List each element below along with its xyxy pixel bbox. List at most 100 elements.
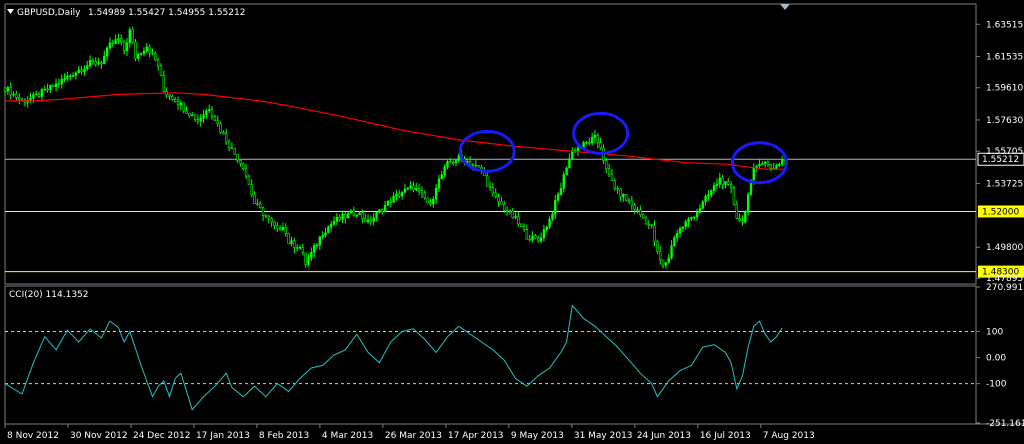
- candle-body: [37, 93, 41, 97]
- candle-body: [409, 185, 412, 189]
- candle-body: [213, 115, 217, 122]
- candle-body: [267, 215, 270, 219]
- candle-body: [284, 227, 287, 234]
- candle-body: [537, 237, 540, 242]
- candle-body: [176, 101, 180, 106]
- candle-body: [80, 69, 83, 72]
- candle-body: [346, 213, 350, 219]
- candle-body: [562, 174, 565, 189]
- candle-body: [571, 150, 574, 160]
- candle-body: [111, 42, 114, 45]
- candle-body: [108, 42, 112, 49]
- candle-body: [392, 195, 395, 203]
- candle-body: [315, 244, 319, 247]
- candle-body: [52, 84, 55, 88]
- candle-body: [520, 223, 523, 227]
- candle-body: [440, 174, 443, 180]
- candle-body: [179, 102, 183, 106]
- candle-body: [173, 99, 177, 102]
- price-tick-label: 1.49800: [986, 243, 1023, 253]
- moving-average: [5, 92, 785, 170]
- candle-body: [202, 114, 205, 119]
- candle-body: [381, 209, 384, 213]
- time-tick-label: 17 Jan 2013: [196, 431, 250, 441]
- candle-body: [341, 214, 344, 220]
- candle-body: [57, 83, 61, 86]
- chart-shift-marker-icon[interactable]: [780, 4, 790, 10]
- candle-body: [565, 167, 568, 175]
- candle-body: [304, 252, 307, 265]
- candle-body: [398, 193, 401, 197]
- candle-body: [502, 203, 506, 211]
- candle-body: [545, 226, 548, 230]
- time-tick-label: 17 Apr 2013: [448, 431, 504, 441]
- candle-body: [508, 210, 512, 213]
- time-tick-label: 30 Nov 2012: [70, 431, 128, 441]
- candle-body: [91, 60, 95, 62]
- candle-body: [500, 201, 503, 205]
- candle-body: [49, 84, 52, 91]
- candle-body: [290, 240, 293, 245]
- candle-body: [488, 185, 492, 188]
- time-tick-label: 31 May 2013: [574, 431, 633, 441]
- candle-body: [681, 226, 685, 229]
- candle-body: [548, 218, 551, 228]
- candle-body: [735, 203, 738, 219]
- candle-body: [233, 147, 236, 155]
- candle-body: [69, 75, 72, 78]
- candle-body: [139, 53, 143, 55]
- candle-body: [77, 69, 80, 74]
- candle-body: [588, 141, 591, 144]
- candle-body: [406, 187, 409, 190]
- candle-body: [432, 198, 435, 205]
- cci-tick-label: -100: [986, 380, 1007, 390]
- candle-body: [318, 236, 322, 246]
- candle-body: [531, 235, 534, 241]
- candle-body: [684, 221, 687, 228]
- chart-menu-arrow-icon[interactable]: [7, 9, 14, 14]
- candle-body: [590, 137, 594, 144]
- candle-body: [732, 187, 736, 205]
- candle-body: [358, 212, 361, 216]
- candle-body: [142, 50, 146, 54]
- candle-body: [60, 78, 63, 85]
- candle-body: [653, 225, 656, 242]
- candle-body: [676, 232, 679, 238]
- candle-body: [281, 227, 285, 231]
- candle-body: [83, 68, 86, 72]
- candle-body: [20, 98, 24, 101]
- candle-body: [230, 147, 234, 150]
- candle-body: [151, 52, 154, 55]
- candle-body: [361, 212, 364, 219]
- candle-body: [375, 211, 378, 218]
- candle-body: [690, 216, 693, 219]
- candle-body: [644, 217, 648, 225]
- time-tick-label: 24 Jun 2013: [637, 431, 691, 441]
- candle-body: [613, 180, 617, 189]
- time-tick-label: 4 Mar 2013: [322, 431, 373, 441]
- candle-body: [517, 216, 520, 225]
- candle-body: [729, 184, 733, 189]
- candle-body: [378, 209, 381, 213]
- candle-body: [321, 235, 324, 238]
- candle-body: [449, 161, 452, 163]
- candle-body: [276, 225, 279, 229]
- candle-body: [471, 164, 475, 167]
- candle-body: [29, 97, 32, 101]
- candle-body: [250, 184, 253, 196]
- candle-body: [678, 228, 682, 234]
- candle-body: [780, 159, 784, 165]
- candle-body: [216, 120, 219, 125]
- candle-body: [415, 188, 418, 191]
- candle-body: [593, 134, 597, 138]
- price-bars: [3, 26, 787, 269]
- candle-body: [395, 193, 398, 197]
- candle-body: [54, 83, 58, 88]
- candle-body: [710, 190, 713, 196]
- candle-body: [661, 259, 665, 266]
- candle-body: [727, 181, 730, 185]
- candle-body: [707, 194, 710, 197]
- cci-tick-label: 270.9917: [986, 283, 1024, 293]
- price-tick-label: 1.57630: [986, 116, 1023, 126]
- candle-body: [761, 163, 764, 165]
